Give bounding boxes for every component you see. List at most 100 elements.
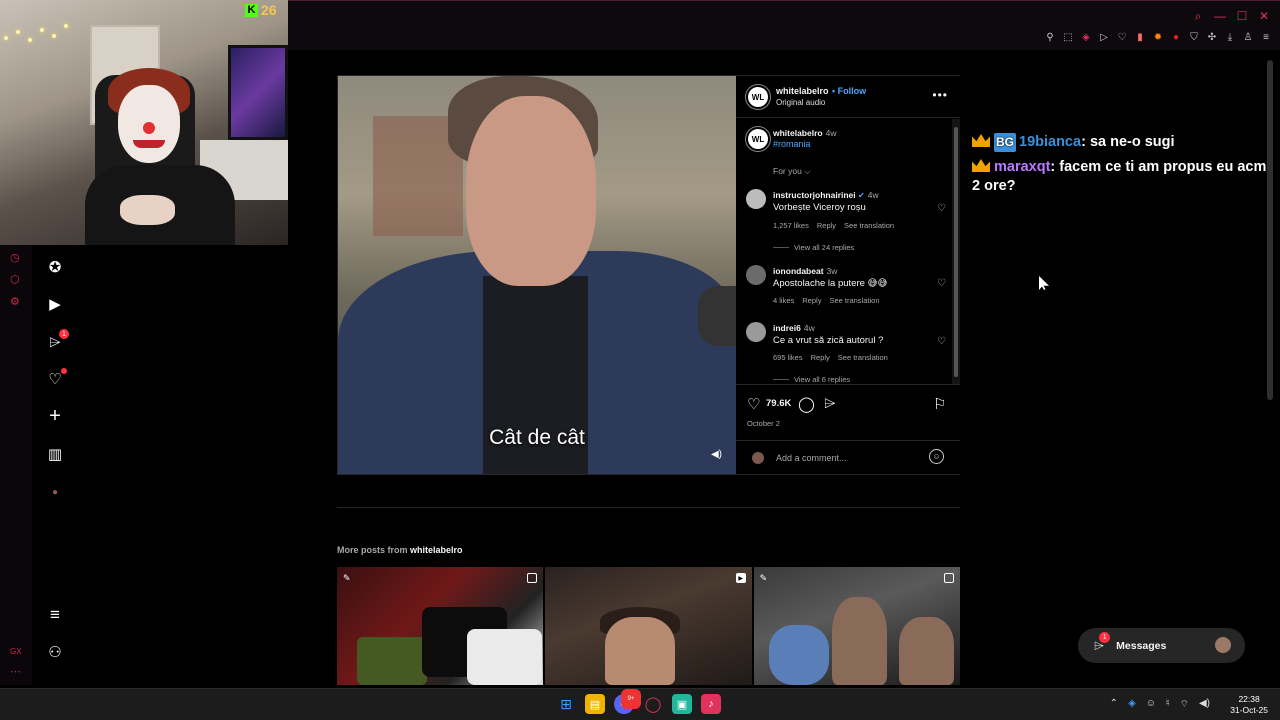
view-replies-button[interactable]: View all 24 replies [773,243,854,252]
scrollbar-thumb[interactable] [954,127,958,377]
snapshot-icon[interactable]: ⬚ [1062,31,1074,43]
video-player[interactable]: Cât de cât ◀) [338,76,736,474]
player-icon[interactable]: ▷ [1098,31,1110,43]
file-explorer-icon[interactable]: ▤ [585,694,605,714]
avatar [1215,637,1231,653]
comment-sort-dropdown[interactable]: For you ⌵ [773,166,811,177]
caption-hashtag[interactable]: #romania [773,139,811,149]
extension-badge-icon[interactable]: ● [1170,31,1182,43]
comment-likes[interactable]: 695 likes [773,353,803,362]
volume-tray-icon[interactable]: ◀) [1199,698,1210,711]
like-icon[interactable]: ♡ [747,395,760,413]
see-translation-button[interactable]: See translation [829,296,879,305]
comment-avatar[interactable] [746,265,766,285]
comment-user-text: instructorjohnairinei [773,190,856,200]
comment-like-icon[interactable]: ♡ [937,203,946,214]
watermark-icon: ✎ [343,573,351,583]
comment-likes[interactable]: 1,257 likes [773,221,809,230]
comment-username[interactable]: instructorjohnairinei ✔ 4w [773,190,879,200]
search-icon[interactable]: ⌕ [1192,9,1204,24]
shield-icon[interactable]: ⛉ [1188,31,1200,43]
view-replies-button[interactable]: View all 6 replies [773,375,850,384]
comment-input[interactable]: Add a comment... [776,453,847,463]
download-icon[interactable]: ⤓ [1224,31,1236,43]
opera-gx-icon[interactable]: ◯ [643,694,663,714]
history-icon[interactable]: ◷ [10,251,20,264]
comment-text: Vorbește Viceroy roșu [773,202,866,213]
comment-likes[interactable]: 4 likes [773,296,794,305]
see-translation-button[interactable]: See translation [838,353,888,362]
discord-tray-icon[interactable]: ☺ [1146,698,1156,711]
caption-avatar[interactable]: WL [746,127,770,151]
pocket-icon[interactable]: ◈ [1080,31,1092,43]
chat-username: 19bianca [1019,134,1082,150]
reply-button[interactable]: Reply [811,353,830,362]
caption-username[interactable]: whitelabelro 4w [773,128,836,138]
emoji-icon[interactable]: ☺ [929,449,944,464]
comment-avatar[interactable] [746,322,766,342]
save-icon[interactable]: ⚐ [933,395,946,413]
maximize-icon[interactable]: ☐ [1236,9,1248,24]
hamburger-menu-icon[interactable]: ≡ [45,605,65,625]
windows-start-icon[interactable]: ⊞ [556,694,576,714]
tiktok-icon[interactable]: ♪ [701,694,721,714]
page-scrollbar-thumb[interactable] [1267,60,1273,400]
direct-icon[interactable]: ⌲ 1 [45,329,69,352]
more-posts-username[interactable]: whitelabelro [410,545,463,555]
profile-icon[interactable]: ♙ [1242,31,1254,43]
chevron-up-icon[interactable]: ⌃ [1110,698,1118,711]
profile-avatar-icon[interactable]: ● [45,482,65,502]
extension-orange-icon[interactable]: ✹ [1152,31,1164,43]
post-thumbnail[interactable]: ✎ [337,567,544,685]
more-options-button[interactable]: ••• [932,88,948,102]
extensions-icon[interactable]: ⬡ [10,273,20,286]
comment-user-text: ionondabeat [773,266,824,276]
chat-text: sa ne-o sugi [1089,134,1175,150]
messages-button[interactable]: ⌲ 1 Messages [1078,628,1245,663]
comment-like-icon[interactable]: ♡ [937,336,946,347]
pin-icon[interactable]: ⚲ [1044,31,1056,43]
settings-icon[interactable]: ⚙ [10,295,20,308]
comment-username[interactable]: ionondabeat 3w [773,266,837,276]
follow-button[interactable]: • Follow [832,86,866,96]
reply-button[interactable]: Reply [802,296,821,305]
post-actions: ♡ 79.6K ◯ ⌲ ⚐ October 2 [736,384,960,440]
post-thumbnail[interactable]: ▶ [545,567,752,685]
heart-icon[interactable]: ♡ [1116,31,1128,43]
obs-icon[interactable]: ▣ [672,694,692,714]
page-scrollbar[interactable] [1266,50,1274,685]
audio-label[interactable]: Original audio [776,98,825,107]
see-translation-button[interactable]: See translation [844,221,894,230]
author-username[interactable]: whitelabelro [776,86,829,96]
more-icon[interactable]: ⋯ [10,665,21,678]
post-thumbnail[interactable]: ✎ [753,567,960,685]
notifications-heart-icon[interactable]: ♡ [45,368,67,389]
share-icon[interactable]: ⌲ [824,395,836,412]
close-icon[interactable]: ✕ [1258,9,1270,24]
comment-avatar[interactable] [746,189,766,209]
system-clock[interactable]: 22:38 31-Oct-25 [1230,694,1268,716]
notification-badge: 1 [59,329,69,339]
volume-icon[interactable]: ◀) [711,449,722,460]
discord-icon[interactable]: ☺9+ [614,689,641,714]
dashboard-icon[interactable]: ▥ [45,444,65,464]
puzzle-icon[interactable]: ✣ [1206,31,1218,43]
reply-button[interactable]: Reply [817,221,836,230]
comment-username[interactable]: indrei6 4w [773,323,815,333]
author-avatar[interactable]: WL [746,85,770,109]
post-date: October 2 [747,419,780,428]
reels-icon[interactable]: ▶ [45,294,65,314]
comments-scrollbar[interactable] [952,119,960,384]
create-icon[interactable]: + [45,405,65,427]
shield-tray-icon[interactable]: ◈ [1128,698,1136,711]
like-count[interactable]: 79.6K [766,398,791,409]
also-from-meta-icon[interactable]: ⚇ [45,642,65,662]
microphone-icon[interactable]: ♮ [1166,698,1170,711]
comment-icon[interactable]: ◯ [798,395,815,413]
comment-like-icon[interactable]: ♡ [937,278,946,289]
extension-red-icon[interactable]: ▮ [1134,31,1146,43]
explore-icon[interactable]: ✪ [45,257,65,277]
minimize-icon[interactable]: — [1214,9,1226,24]
menu-icon[interactable]: ≡ [1260,31,1272,43]
network-icon[interactable]: ⌔ [1180,698,1189,711]
